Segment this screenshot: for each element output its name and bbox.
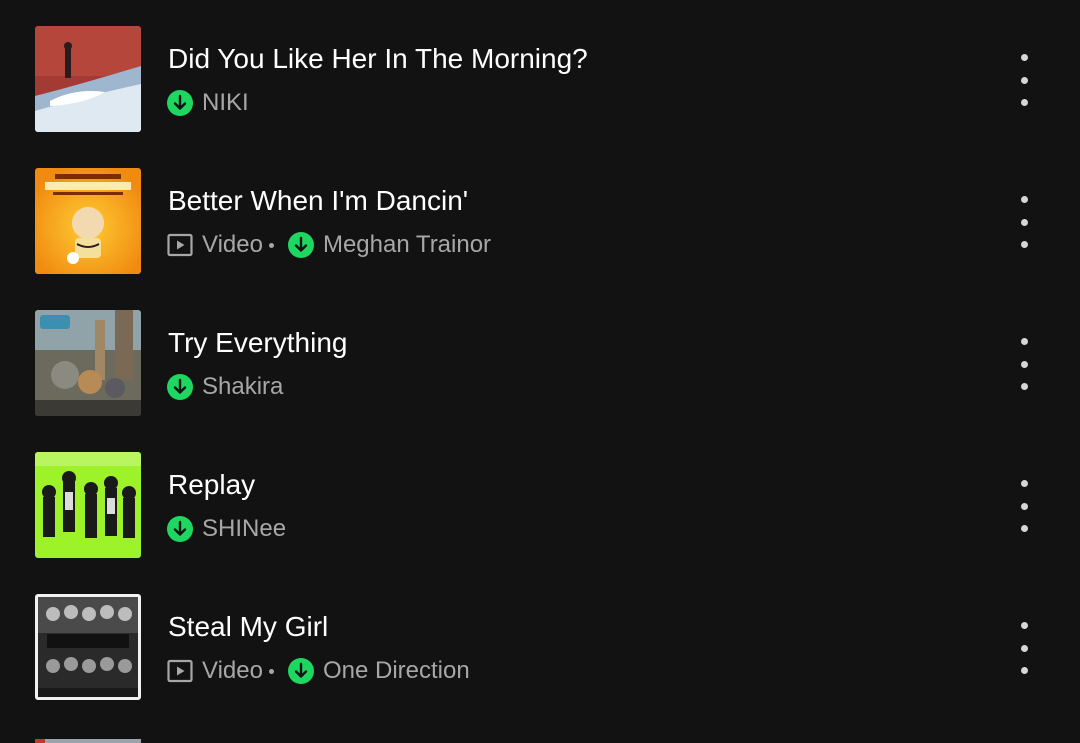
track-meta: Shakira <box>167 372 283 402</box>
track-row[interactable]: Better When I'm Dancin' Video Meghan Tra… <box>0 142 1080 284</box>
download-circle-icon <box>167 374 193 400</box>
track-row[interactable]: Replay SHINee <box>0 426 1080 568</box>
track-meta: Video Meghan Trainor <box>167 230 491 260</box>
album-art <box>35 26 141 132</box>
artist-name[interactable]: Shakira <box>202 373 283 401</box>
more-options-icon[interactable] <box>1004 54 1044 106</box>
track-meta: Video One Direction <box>167 656 470 686</box>
track-title[interactable]: Better When I'm Dancin' <box>168 182 468 220</box>
more-options-icon[interactable] <box>1004 196 1044 248</box>
track-meta: SHINee <box>167 514 286 544</box>
track-meta: NIKI <box>167 88 249 118</box>
video-play-icon <box>167 658 193 684</box>
video-label: Video <box>202 657 263 684</box>
more-options-icon[interactable] <box>1004 480 1044 532</box>
separator-dot <box>268 668 274 674</box>
download-circle-icon <box>287 658 314 684</box>
artist-name[interactable]: SHINee <box>202 515 286 543</box>
artist-name[interactable]: NIKI <box>202 89 249 117</box>
more-options-icon[interactable] <box>1004 338 1044 390</box>
more-options-icon[interactable] <box>1004 622 1044 674</box>
track-row[interactable]: Did You Like Her In The Morning? NIKI <box>0 0 1080 142</box>
separator-dot <box>268 242 274 248</box>
track-title[interactable]: Replay <box>168 466 255 504</box>
album-art <box>35 168 141 274</box>
video-label: Video <box>202 231 263 258</box>
artist-name[interactable]: Meghan Trainor <box>323 231 491 259</box>
track-title[interactable]: Steal My Girl <box>168 608 328 646</box>
album-art <box>35 736 141 743</box>
artist-name[interactable]: One Direction <box>323 657 470 685</box>
album-art <box>35 310 141 416</box>
track-row[interactable]: Try Everything Shakira <box>0 284 1080 426</box>
download-circle-icon <box>287 232 314 258</box>
download-circle-icon <box>167 90 193 116</box>
album-art <box>35 594 141 700</box>
track-title[interactable]: Try Everything <box>168 324 347 362</box>
video-play-icon <box>167 232 193 258</box>
track-title[interactable]: Did You Like Her In The Morning? <box>168 40 588 78</box>
download-circle-icon <box>167 516 193 542</box>
track-row[interactable]: Steal My Girl Video One Direction <box>0 568 1080 710</box>
album-art <box>35 452 141 558</box>
track-list: Did You Like Her In The Morning? NIKI Be… <box>0 0 1080 743</box>
